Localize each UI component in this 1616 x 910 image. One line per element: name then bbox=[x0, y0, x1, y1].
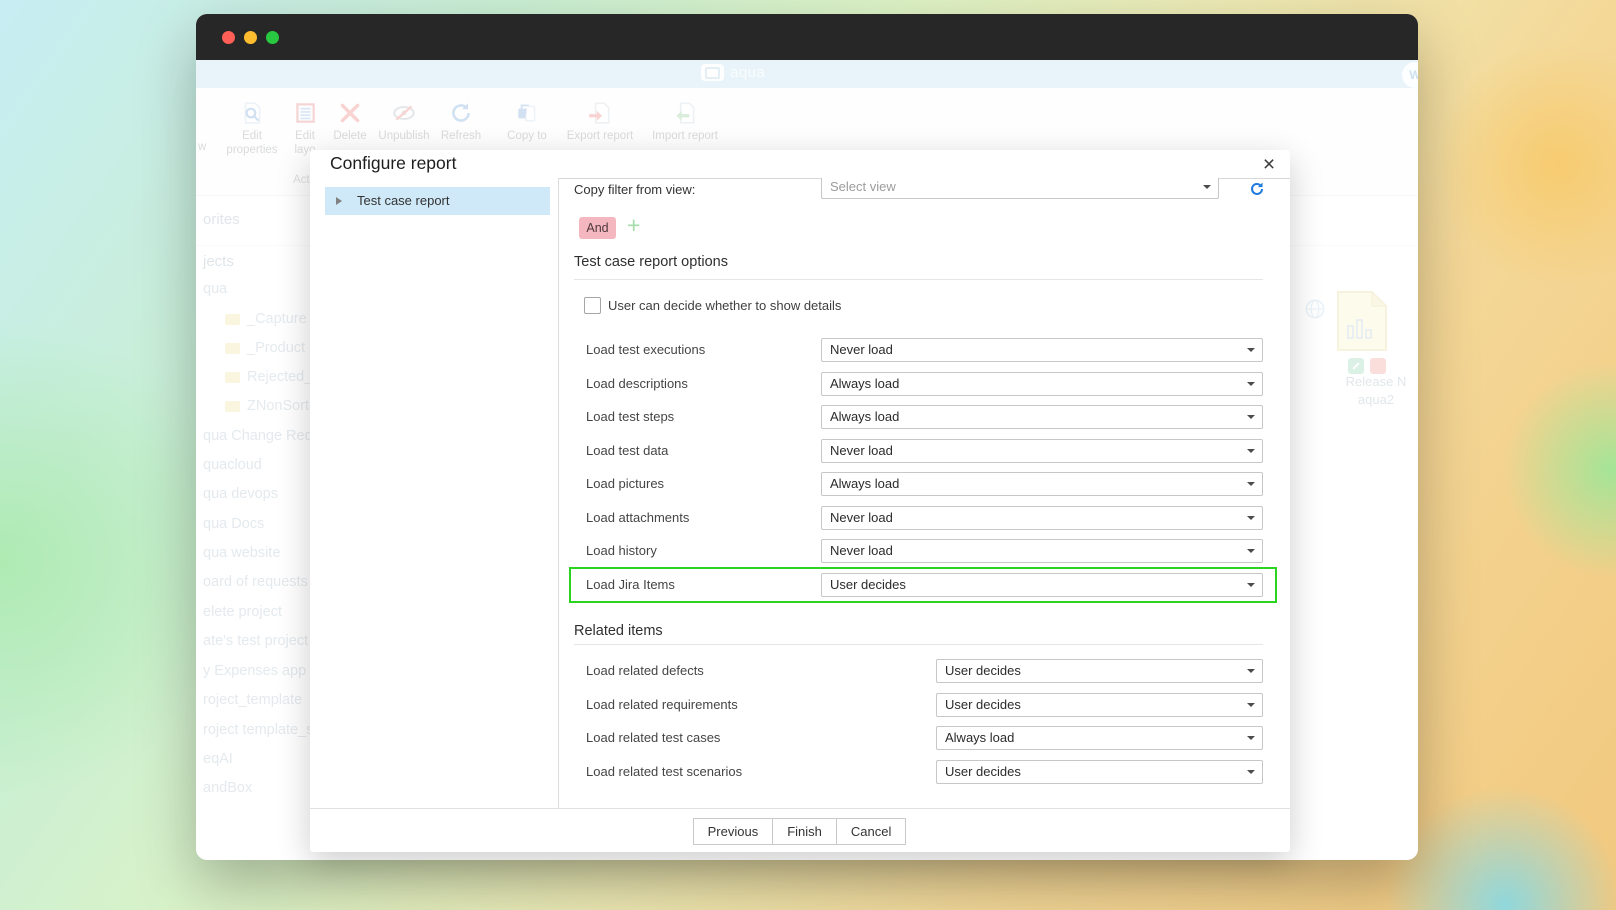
dialog-content: Copy filter from view: Select view And +… bbox=[559, 178, 1290, 808]
chevron-down-icon bbox=[1247, 348, 1255, 352]
chevron-down-icon bbox=[1247, 549, 1255, 553]
load-test-executions-dropdown[interactable]: Never load bbox=[821, 338, 1263, 362]
traffic-close-button[interactable] bbox=[222, 31, 235, 44]
show-details-label: User can decide whether to show details bbox=[608, 298, 841, 313]
option-row-label: Load history bbox=[586, 543, 657, 558]
option-row-label: Load attachments bbox=[586, 510, 689, 525]
load-related-defects-dropdown[interactable]: User decides bbox=[936, 659, 1263, 683]
chevron-down-icon bbox=[1247, 415, 1255, 419]
dialog-footer-divider bbox=[310, 808, 1290, 809]
option-row-label: Load test executions bbox=[586, 342, 705, 357]
load-test-data-dropdown[interactable]: Never load bbox=[821, 439, 1263, 463]
load-attachments-dropdown[interactable]: Never load bbox=[821, 506, 1263, 530]
chevron-down-icon bbox=[1247, 516, 1255, 520]
tree-expand-icon[interactable] bbox=[336, 197, 342, 205]
options-section-heading: Test case report options bbox=[574, 254, 728, 270]
option-row-label: Load test steps bbox=[586, 409, 674, 424]
section-divider bbox=[574, 279, 1263, 280]
option-row-label: Load descriptions bbox=[586, 376, 688, 391]
dialog-footer: Previous Finish Cancel bbox=[310, 818, 1290, 845]
load-related-test-scenarios-dropdown[interactable]: User decides bbox=[936, 760, 1263, 784]
configure-report-dialog: Configure report × Test case report Copy… bbox=[310, 150, 1290, 852]
copy-filter-label: Copy filter from view: bbox=[574, 182, 695, 197]
load-jira-items-dropdown[interactable]: User decides bbox=[821, 573, 1263, 597]
related-row-label: Load related requirements bbox=[586, 697, 738, 712]
related-row-label: Load related test scenarios bbox=[586, 764, 742, 779]
load-related-test-cases-dropdown[interactable]: Always load bbox=[936, 726, 1263, 750]
chevron-down-icon bbox=[1247, 482, 1255, 486]
load-related-requirements-dropdown[interactable]: User decides bbox=[936, 693, 1263, 717]
related-section-heading: Related items bbox=[574, 623, 663, 639]
chevron-down-icon bbox=[1247, 382, 1255, 386]
previous-button[interactable]: Previous bbox=[693, 818, 774, 845]
chevron-down-icon bbox=[1203, 185, 1211, 189]
add-filter-icon[interactable]: + bbox=[627, 212, 640, 239]
chevron-down-icon bbox=[1247, 736, 1255, 740]
show-details-checkbox[interactable] bbox=[584, 297, 601, 314]
load-test-steps-dropdown[interactable]: Always load bbox=[821, 405, 1263, 429]
nav-item-test-case-report[interactable]: Test case report bbox=[325, 187, 550, 215]
filter-operator-badge[interactable]: And bbox=[579, 217, 616, 239]
nav-item-label: Test case report bbox=[357, 187, 450, 215]
related-row-label: Load related test cases bbox=[586, 730, 720, 745]
option-row-label: Load test data bbox=[586, 443, 668, 458]
chevron-down-icon bbox=[1247, 669, 1255, 673]
finish-button[interactable]: Finish bbox=[772, 818, 837, 845]
chevron-down-icon bbox=[1247, 703, 1255, 707]
refresh-views-icon[interactable] bbox=[1249, 181, 1265, 197]
related-row-label: Load related defects bbox=[586, 663, 704, 678]
select-view-dropdown[interactable]: Select view bbox=[821, 178, 1219, 199]
traffic-minimize-button[interactable] bbox=[244, 31, 257, 44]
chevron-down-icon bbox=[1247, 449, 1255, 453]
traffic-zoom-button[interactable] bbox=[266, 31, 279, 44]
load-history-dropdown[interactable]: Never load bbox=[821, 539, 1263, 563]
dialog-title: Configure report bbox=[330, 153, 456, 174]
dialog-nav-panel: Test case report bbox=[310, 178, 558, 808]
load-descriptions-dropdown[interactable]: Always load bbox=[821, 372, 1263, 396]
option-row-label: Load Jira Items bbox=[586, 577, 675, 592]
section-divider bbox=[574, 644, 1263, 645]
load-pictures-dropdown[interactable]: Always load bbox=[821, 472, 1263, 496]
cancel-button[interactable]: Cancel bbox=[836, 818, 906, 845]
close-icon[interactable]: × bbox=[1256, 152, 1282, 178]
window-titlebar[interactable] bbox=[196, 14, 1418, 60]
option-row-label: Load pictures bbox=[586, 476, 664, 491]
chevron-down-icon bbox=[1247, 770, 1255, 774]
chevron-down-icon bbox=[1247, 583, 1255, 587]
